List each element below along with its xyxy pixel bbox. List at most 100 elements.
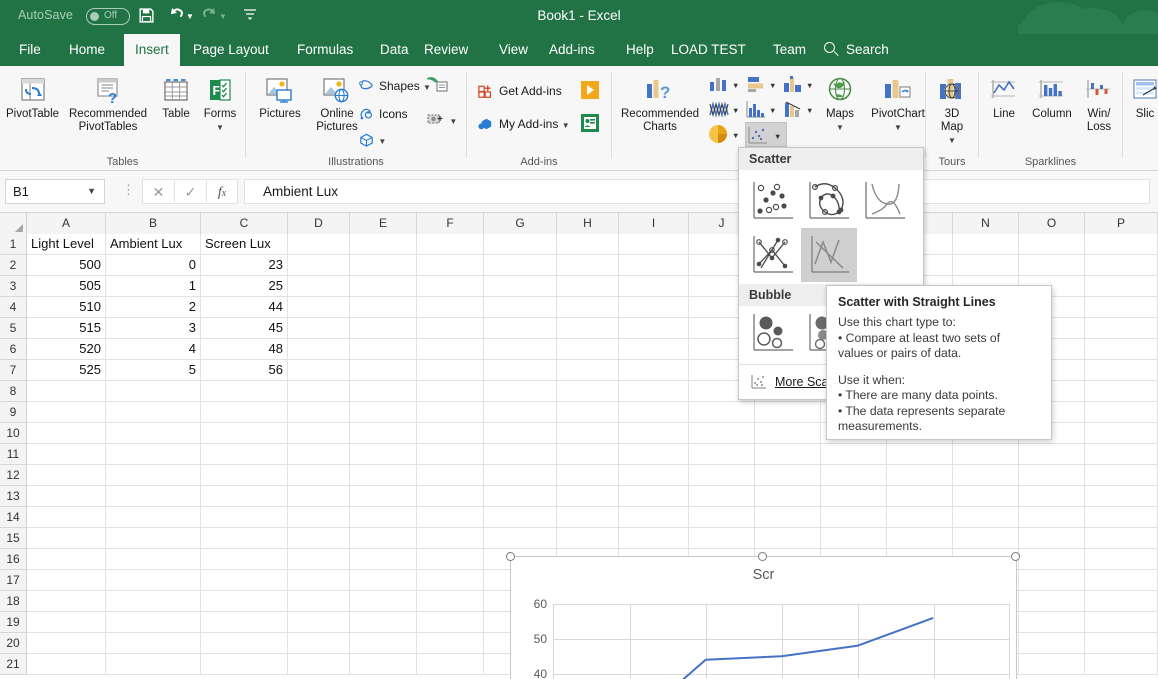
cell-C5[interactable]: 45 [201, 318, 287, 339]
column-header-n[interactable]: N [953, 213, 1019, 234]
column-header-p[interactable]: P [1085, 213, 1158, 234]
cell-C7[interactable]: 56 [201, 360, 287, 381]
name-box-dropdown-caret[interactable]: ▼ [87, 180, 96, 203]
cell-B2[interactable]: 0 [106, 255, 200, 276]
pictures-button[interactable]: Pictures [252, 76, 308, 121]
maps-button[interactable]: Maps ▼ [817, 76, 863, 134]
hierarchy-chart-button[interactable] [782, 74, 806, 96]
scatter-chart-dropdown-caret[interactable]: ▼ [774, 132, 781, 141]
cell-B7[interactable]: 5 [106, 360, 200, 381]
cell-A2[interactable]: 500 [27, 255, 105, 276]
sparkline-line-button[interactable]: Line [982, 76, 1026, 121]
get-add-ins-button[interactable]: Get Add-ins [477, 83, 562, 99]
cancel-icon[interactable]: ✕ [142, 179, 174, 204]
search-box[interactable]: Search [846, 34, 889, 66]
cell-A5[interactable]: 515 [27, 318, 105, 339]
cell-A6[interactable]: 520 [27, 339, 105, 360]
pivotchart-dropdown-caret[interactable]: ▼ [864, 121, 932, 134]
statistic-chart-button[interactable] [708, 99, 732, 121]
column-header-g[interactable]: G [484, 213, 557, 234]
row-header-19[interactable]: 19 [0, 612, 27, 633]
tab-data[interactable]: Data [369, 34, 420, 66]
bar-chart-button[interactable] [745, 74, 769, 96]
tab-review[interactable]: Review [413, 34, 479, 66]
tile-scatter-with-straight-lines[interactable] [801, 228, 857, 282]
slicer-button[interactable]: Slic [1125, 76, 1158, 121]
chart-plot-area[interactable] [553, 604, 1010, 679]
row-header-7[interactable]: 7 [0, 360, 27, 381]
column-header-f[interactable]: F [417, 213, 484, 234]
cell-C3[interactable]: 25 [201, 276, 287, 297]
chart-resize-handle-n[interactable] [758, 552, 767, 561]
column-header-b[interactable]: B [106, 213, 201, 234]
tab-load-test[interactable]: LOAD TEST [660, 34, 757, 66]
row-header-11[interactable]: 11 [0, 444, 27, 465]
row-header-6[interactable]: 6 [0, 339, 27, 360]
column-header-d[interactable]: D [288, 213, 350, 234]
table-button[interactable]: Table [157, 76, 195, 121]
tab-team[interactable]: Team [762, 34, 817, 66]
3d-models-dropdown-caret[interactable]: ▼ [378, 137, 386, 146]
3d-map-dropdown-caret[interactable]: ▼ [948, 136, 956, 145]
tile-scatter[interactable] [745, 174, 801, 228]
sparkline-column-button[interactable]: Column [1027, 76, 1077, 121]
screenshot-button[interactable]: ▼ [426, 110, 457, 130]
cell-B3[interactable]: 1 [106, 276, 200, 297]
histogram-chart-dropdown-caret[interactable]: ▼ [769, 106, 776, 115]
cell-B1[interactable]: Ambient Lux [106, 234, 200, 255]
cell-A4[interactable]: 510 [27, 297, 105, 318]
column-header-o[interactable]: O [1019, 213, 1085, 234]
sparkline-win-loss-button[interactable]: Win/ Loss [1078, 76, 1120, 134]
chart-resize-handle-nw[interactable] [506, 552, 515, 561]
column-header-h[interactable]: H [557, 213, 619, 234]
row-header-9[interactable]: 9 [0, 402, 27, 423]
column-chart-button[interactable] [708, 74, 732, 96]
tab-view[interactable]: View [488, 34, 539, 66]
row-header-21[interactable]: 21 [0, 654, 27, 675]
select-all-corner[interactable] [0, 213, 27, 234]
confirm-icon[interactable]: ✓ [174, 179, 206, 204]
pivottable-button[interactable]: PivotTable [4, 76, 61, 121]
tab-file[interactable]: File [8, 34, 52, 66]
chart-object[interactable]: Scr 60 50 40 30 20 10 [510, 556, 1017, 679]
people-graph-addin-icon[interactable] [580, 113, 600, 137]
row-header-1[interactable]: 1 [0, 234, 27, 255]
row-header-8[interactable]: 8 [0, 381, 27, 402]
tile-scatter-with-smooth-lines[interactable] [857, 174, 913, 228]
tab-help[interactable]: Help [615, 34, 665, 66]
chart-title[interactable]: Scr [511, 567, 1016, 583]
waterfall-chart-dropdown-caret[interactable]: ▼ [806, 106, 813, 115]
row-header-18[interactable]: 18 [0, 591, 27, 612]
cell-A7[interactable]: 525 [27, 360, 105, 381]
cell-C4[interactable]: 44 [201, 297, 287, 318]
cell-C2[interactable]: 23 [201, 255, 287, 276]
statistic-chart-dropdown-caret[interactable]: ▼ [732, 106, 739, 115]
cell-B6[interactable]: 4 [106, 339, 200, 360]
cell-A1[interactable]: Light Level [27, 234, 105, 255]
pivotchart-button[interactable]: PivotChart ▼ [864, 76, 932, 134]
recommended-charts-button[interactable]: ? Recommended Charts [617, 76, 703, 134]
pie-chart-dropdown-caret[interactable]: ▼ [732, 131, 739, 140]
cell-C1[interactable]: Screen Lux [201, 234, 287, 255]
row-header-16[interactable]: 16 [0, 549, 27, 570]
tab-add-ins[interactable]: Add-ins [538, 34, 606, 66]
tab-home[interactable]: Home [58, 34, 116, 66]
maps-dropdown-caret[interactable]: ▼ [817, 121, 863, 134]
column-header-e[interactable]: E [350, 213, 417, 234]
insert-function-icon[interactable]: fx [206, 179, 238, 204]
my-add-ins-button[interactable]: My Add-ins ▼ [477, 116, 570, 134]
row-header-2[interactable]: 2 [0, 255, 27, 276]
column-header-i[interactable]: I [619, 213, 689, 234]
row-header-20[interactable]: 20 [0, 633, 27, 654]
my-add-ins-dropdown-caret[interactable]: ▼ [562, 121, 570, 130]
row-header-13[interactable]: 13 [0, 486, 27, 507]
icons-button[interactable]: Icons [358, 106, 408, 122]
cell-A3[interactable]: 505 [27, 276, 105, 297]
chart-resize-handle-ne[interactable] [1011, 552, 1020, 561]
column-header-a[interactable]: A [27, 213, 106, 234]
row-header-14[interactable]: 14 [0, 507, 27, 528]
forms-dropdown-caret[interactable]: ▼ [198, 121, 242, 134]
tile-scatter-with-straight-lines-and-markers[interactable] [745, 228, 801, 282]
column-header-c[interactable]: C [201, 213, 288, 234]
row-header-10[interactable]: 10 [0, 423, 27, 444]
